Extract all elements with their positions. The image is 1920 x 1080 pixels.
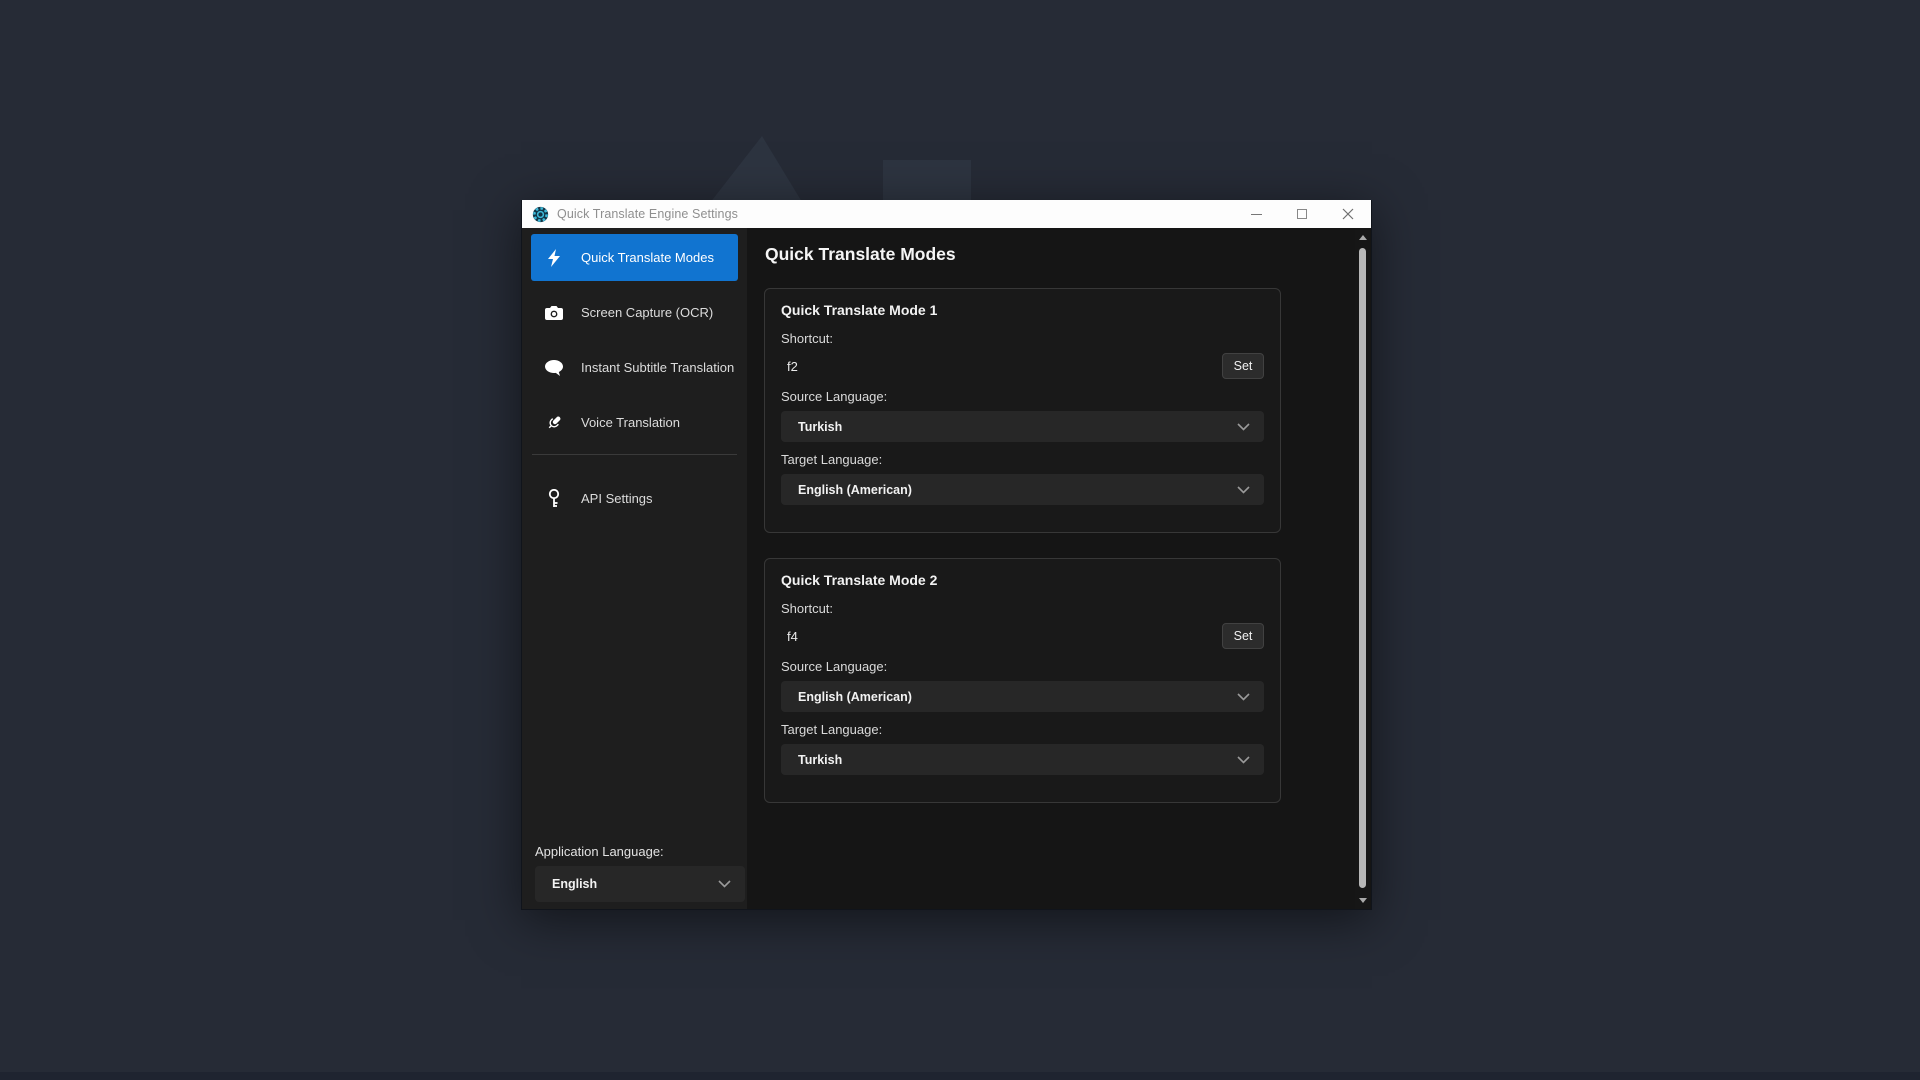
sidebar: Quick Translate Modes Screen Capture (OC… bbox=[522, 228, 747, 909]
shortcut-value: f2 bbox=[781, 359, 798, 374]
titlebar[interactable]: Quick Translate Engine Settings bbox=[522, 200, 1371, 228]
target-language-value: Turkish bbox=[798, 753, 842, 767]
target-language-label: Target Language: bbox=[781, 722, 1264, 737]
application-language-label: Application Language: bbox=[535, 844, 745, 859]
source-language-dropdown[interactable]: English (American) bbox=[781, 681, 1264, 712]
scroll-thumb[interactable] bbox=[1359, 248, 1366, 888]
close-button[interactable] bbox=[1325, 200, 1371, 228]
scrollbar[interactable] bbox=[1355, 228, 1370, 909]
target-language-label: Target Language: bbox=[781, 452, 1264, 467]
main-content: Quick Translate Modes Quick Translate Mo… bbox=[747, 228, 1371, 909]
gear-icon bbox=[532, 206, 549, 223]
camera-icon bbox=[544, 303, 564, 323]
speech-bubble-icon bbox=[544, 358, 564, 378]
chevron-down-icon bbox=[1237, 486, 1250, 494]
microphone-icon bbox=[544, 413, 564, 433]
sidebar-item-label: Quick Translate Modes bbox=[581, 250, 714, 265]
scroll-up-icon bbox=[1359, 235, 1367, 240]
target-language-dropdown[interactable]: Turkish bbox=[781, 744, 1264, 775]
card-title: Quick Translate Mode 1 bbox=[781, 302, 1264, 318]
scroll-up-button[interactable] bbox=[1355, 230, 1370, 244]
target-language-dropdown[interactable]: English (American) bbox=[781, 474, 1264, 505]
chevron-down-icon bbox=[1237, 693, 1250, 701]
settings-window: Quick Translate Engine Settings bbox=[521, 200, 1372, 910]
scroll-down-icon bbox=[1359, 898, 1367, 903]
set-shortcut-button[interactable]: Set bbox=[1222, 353, 1264, 379]
application-language-section: Application Language: English bbox=[522, 844, 747, 909]
sidebar-item-label: Screen Capture (OCR) bbox=[581, 305, 713, 320]
scroll-down-button[interactable] bbox=[1355, 893, 1370, 907]
source-language-label: Source Language: bbox=[781, 659, 1264, 674]
sidebar-item-label: Instant Subtitle Translation bbox=[581, 360, 734, 375]
key-icon bbox=[544, 489, 564, 509]
sidebar-item-api-settings[interactable]: API Settings bbox=[531, 475, 738, 522]
source-language-value: Turkish bbox=[798, 420, 842, 434]
source-language-dropdown[interactable]: Turkish bbox=[781, 411, 1264, 442]
chevron-down-icon bbox=[1237, 756, 1250, 764]
sidebar-item-quick-translate-modes[interactable]: Quick Translate Modes bbox=[531, 234, 738, 281]
quick-translate-mode-1-card: Quick Translate Mode 1 Shortcut: f2 Set … bbox=[764, 288, 1281, 533]
chevron-down-icon bbox=[1237, 423, 1250, 431]
sidebar-divider bbox=[532, 454, 737, 455]
target-language-value: English (American) bbox=[798, 483, 912, 497]
shortcut-label: Shortcut: bbox=[781, 331, 1264, 346]
shortcut-value: f4 bbox=[781, 629, 798, 644]
sidebar-item-label: Voice Translation bbox=[581, 415, 680, 430]
window-title: Quick Translate Engine Settings bbox=[557, 207, 738, 221]
sidebar-item-screen-capture[interactable]: Screen Capture (OCR) bbox=[531, 289, 738, 336]
quick-translate-mode-2-card: Quick Translate Mode 2 Shortcut: f4 Set … bbox=[764, 558, 1281, 803]
application-language-dropdown[interactable]: English bbox=[535, 866, 745, 902]
sidebar-item-instant-subtitle-translation[interactable]: Instant Subtitle Translation bbox=[531, 344, 738, 391]
maximize-button[interactable] bbox=[1279, 200, 1325, 228]
maximize-icon bbox=[1297, 209, 1307, 219]
desktop-bottom-strip bbox=[0, 1072, 1920, 1080]
sidebar-item-voice-translation[interactable]: Voice Translation bbox=[531, 399, 738, 446]
sidebar-item-label: API Settings bbox=[581, 491, 653, 506]
source-language-label: Source Language: bbox=[781, 389, 1264, 404]
card-title: Quick Translate Mode 2 bbox=[781, 572, 1264, 588]
lightning-icon bbox=[544, 248, 564, 268]
application-language-value: English bbox=[552, 877, 597, 891]
shortcut-label: Shortcut: bbox=[781, 601, 1264, 616]
close-icon bbox=[1342, 208, 1354, 220]
minimize-button[interactable] bbox=[1233, 200, 1279, 228]
page-title: Quick Translate Modes bbox=[765, 244, 956, 265]
source-language-value: English (American) bbox=[798, 690, 912, 704]
chevron-down-icon bbox=[718, 880, 731, 888]
minimize-icon bbox=[1251, 214, 1262, 215]
set-shortcut-button[interactable]: Set bbox=[1222, 623, 1264, 649]
